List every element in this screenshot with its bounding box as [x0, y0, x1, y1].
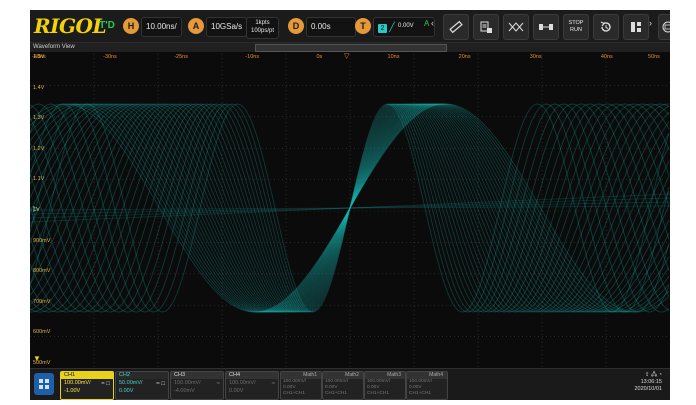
channel-name: CH1 [61, 372, 113, 379]
collapse-left-icon[interactable]: ‹ [431, 18, 434, 28]
y-tick-label: 1.4V [33, 84, 45, 91]
usb-icon: ⇪ [644, 372, 650, 378]
status-icons[interactable]: ⇪ 🖧 ◔ [612, 372, 662, 379]
acquire-badge[interactable]: A [188, 18, 204, 34]
trigger-level[interactable]: 0.00V [394, 17, 418, 35]
coupling-icon: ≈ □ [156, 381, 165, 387]
trigger-badge[interactable]: T [355, 18, 371, 34]
ch2-ground-marker[interactable]: ▷ [33, 204, 39, 213]
zoom-icon[interactable] [533, 14, 559, 40]
waveform-view-label: Waveform View [33, 44, 75, 50]
y-tick-label: 1.2V [33, 145, 45, 152]
channel-scale: 100.00mV/ [174, 380, 201, 386]
layout-icon[interactable] [623, 14, 649, 40]
cursor-icon[interactable] [503, 14, 529, 40]
measure-icon[interactable] [473, 14, 499, 40]
coupling-icon: ≈ [216, 381, 220, 387]
x-tick-label: -10ns [245, 54, 260, 60]
channel-offset: 0.00V [119, 388, 134, 394]
x-tick-label: 50ns [648, 54, 660, 60]
x-tick-label: -25ns [174, 54, 188, 60]
trigger-source: 2 [378, 24, 387, 33]
clock-date: 2020/10/01 [634, 386, 662, 392]
ch1-offset-marker[interactable]: ▼ [33, 354, 41, 363]
points-per-label: 100ps/pt [251, 28, 275, 34]
expand-right-icon[interactable]: › [649, 18, 652, 28]
channel-1-box[interactable]: CH1 100.00mV/ -1.00V ≈ □ [60, 371, 114, 400]
math-name: Math4 [407, 372, 447, 379]
channel-scale: 100.00mV/ [229, 380, 256, 386]
math-expression: CH1+CH1 [409, 391, 431, 396]
channel-2-box[interactable]: CH2 50.00mV/ 0.00V ≈ □ [115, 371, 169, 400]
y-tick-label: 600mV [33, 329, 51, 336]
math-4-box[interactable]: Math4 100.00mV/ 0.00V CH1+CH1 [406, 371, 448, 400]
y-tick-label: 1.1V [33, 176, 45, 183]
channel-name: CH2 [116, 372, 168, 379]
x-tick-label: 20ns [458, 54, 471, 60]
y-tick-label: 700mV [33, 298, 51, 305]
grid-icon [39, 379, 49, 389]
channel-offset: 0.00V [229, 388, 244, 394]
y-tick-label: 1.5V [33, 54, 45, 60]
math-name: Math2 [323, 372, 363, 379]
math-2-box[interactable]: Math2 100.00mV/ 0.00V CH1+CH1 [322, 371, 364, 400]
stop-run-button[interactable]: STOP RUN [563, 14, 589, 40]
points-label: 1kpts [255, 20, 270, 26]
notification-icon[interactable] [658, 14, 670, 40]
channel-name: CH4 [226, 372, 278, 379]
x-tick-label: 0s [316, 54, 323, 60]
x-tick-label: 40ns [600, 54, 613, 60]
y-tick-label: 800mV [33, 268, 51, 275]
trigger-status: T'D [99, 20, 115, 31]
channel-offset: -4.00mV [174, 388, 195, 394]
math-expression: CH1+CH1 [367, 391, 389, 396]
memory-depth[interactable]: 1kpts 100ps/pt [246, 17, 280, 39]
delay-badge[interactable]: D [288, 18, 304, 34]
x-tick-label: 10ns [387, 54, 400, 60]
system-status: ⇪ 🖧 ◔ 13:06:15 2020/10/01 [612, 372, 662, 393]
channel-offset: -1.00V [64, 388, 81, 394]
stop-label: STOP [568, 20, 584, 26]
coupling-icon: ≈ □ [101, 381, 110, 387]
bottom-status-bar: CH1 100.00mV/ -1.00V ≈ □ CH2 50.00mV/ 0.… [30, 368, 670, 400]
channel-4-box[interactable]: CH4 100.00mV/ 0.00V ≈ [225, 371, 279, 400]
timebase-value[interactable]: 10.00ns/ [141, 17, 182, 37]
history-icon[interactable] [593, 14, 619, 40]
x-tick-label: -30ns [103, 54, 117, 60]
math-expression: CH1+CH1 [325, 391, 347, 396]
math-name: Math3 [365, 372, 405, 379]
oscilloscope-screen: RIGOL T'D H 10.00ns/ A 10GSa/s 1kpts 100… [30, 10, 670, 400]
coupling-icon: ≈ [271, 381, 275, 387]
clock-time: 13:06:15 [640, 379, 662, 385]
horizontal-overview-bar[interactable] [255, 44, 447, 52]
y-tick-label: 1.3V [33, 115, 45, 122]
x-tick-label: 30ns [529, 54, 542, 60]
ruler-icon[interactable] [443, 14, 469, 40]
y-tick-label: 900mV [33, 237, 51, 244]
sample-rate-value[interactable]: 10GSa/s [206, 17, 248, 37]
horizontal-badge[interactable]: H [123, 18, 139, 34]
delay-value[interactable]: 0.00s [306, 17, 356, 37]
math-name: Math1 [281, 372, 321, 379]
math-expression: CH1+CH1 [283, 391, 305, 396]
run-label: RUN [570, 27, 582, 33]
ch2-waveform [30, 103, 670, 313]
sound-icon: ◔ [658, 372, 662, 378]
lan-icon: 🖧 [651, 372, 658, 378]
top-toolbar: RIGOL T'D H 10.00ns/ A 10GSa/s 1kpts 100… [30, 10, 670, 43]
channel-3-box[interactable]: CH3 100.00mV/ -4.00mV ≈ [170, 371, 224, 400]
trigger-mode[interactable]: A [424, 19, 429, 28]
math-3-box[interactable]: Math3 100.00mV/ 0.00V CH1+CH1 [364, 371, 406, 400]
home-menu-button[interactable] [34, 373, 54, 395]
channel-name: CH3 [171, 372, 223, 379]
waveform-view-header: Waveform View [30, 43, 670, 52]
waveform-display[interactable] [30, 54, 670, 368]
math-1-box[interactable]: Math1 100.00mV/ 0.00V CH1+CH1 [280, 371, 322, 400]
trigger-position-marker[interactable]: ▽ [344, 52, 349, 60]
